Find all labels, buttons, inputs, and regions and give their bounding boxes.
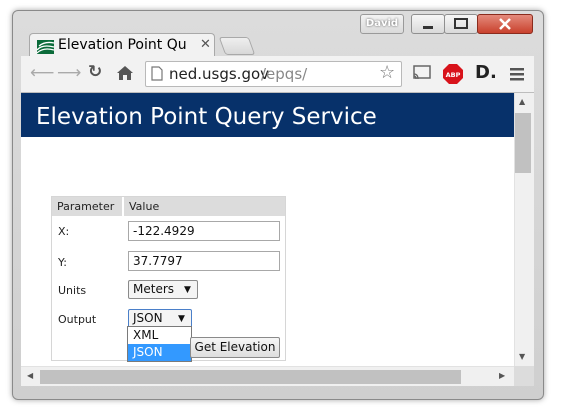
tab-title: Elevation Point Query xyxy=(58,37,186,53)
page-icon xyxy=(151,66,163,85)
page-title: Elevation Point Query Service xyxy=(36,104,377,130)
units-selected-value: Meters xyxy=(133,282,175,296)
back-icon[interactable]: ⟵ xyxy=(30,63,54,83)
scroll-right-icon[interactable]: ▶ xyxy=(499,371,505,380)
forward-icon[interactable]: ⟶ xyxy=(57,63,81,83)
maximize-button[interactable] xyxy=(444,14,478,34)
url-host: ned.usgs.gov xyxy=(169,65,270,83)
scroll-down-icon[interactable]: ▼ xyxy=(519,352,525,361)
tab-close-icon[interactable]: ✕ xyxy=(200,37,211,52)
y-coordinate-input[interactable]: 37.7797 xyxy=(128,251,280,271)
vertical-scroll-thumb[interactable] xyxy=(515,113,531,173)
output-label: Output xyxy=(58,313,97,326)
column-header-parameter: Parameter xyxy=(52,197,123,216)
output-option-json[interactable]: JSON xyxy=(128,344,191,361)
get-elevation-button[interactable]: Get Elevation xyxy=(190,337,280,358)
output-option-xml[interactable]: XML xyxy=(128,327,191,344)
close-window-button[interactable] xyxy=(477,14,533,34)
adblock-icon[interactable]: ABP xyxy=(443,64,463,88)
menu-icon[interactable] xyxy=(510,66,524,85)
new-tab-button[interactable] xyxy=(218,37,256,55)
svg-text:ABP: ABP xyxy=(446,71,461,79)
scroll-up-icon[interactable]: ▲ xyxy=(519,97,525,106)
output-selected-value: JSON xyxy=(133,311,163,325)
extension-d-icon[interactable]: D. xyxy=(475,62,497,83)
minimize-button[interactable] xyxy=(411,14,445,34)
url-path: /epqs/ xyxy=(261,65,308,83)
units-chevron-down-icon: ▼ xyxy=(184,285,191,295)
bookmark-star-icon[interactable]: ☆ xyxy=(379,62,395,83)
horizontal-scroll-thumb[interactable] xyxy=(40,370,461,384)
y-label: Y: xyxy=(58,256,67,269)
scrollbar-corner xyxy=(514,366,534,386)
x-label: X: xyxy=(58,225,70,238)
scroll-left-icon[interactable]: ◀ xyxy=(27,371,33,380)
units-label: Units xyxy=(58,284,87,297)
profile-button[interactable]: David xyxy=(360,14,404,34)
home-icon[interactable] xyxy=(116,65,134,85)
maximize-icon xyxy=(454,18,468,29)
cast-icon[interactable] xyxy=(412,65,432,85)
column-header-value: Value xyxy=(124,197,285,216)
output-chevron-down-icon: ▼ xyxy=(178,314,185,324)
minimize-icon xyxy=(423,26,433,29)
reload-icon[interactable]: ↻ xyxy=(88,62,102,82)
close-icon xyxy=(499,18,511,30)
x-coordinate-input[interactable]: -122.4929 xyxy=(128,221,280,241)
